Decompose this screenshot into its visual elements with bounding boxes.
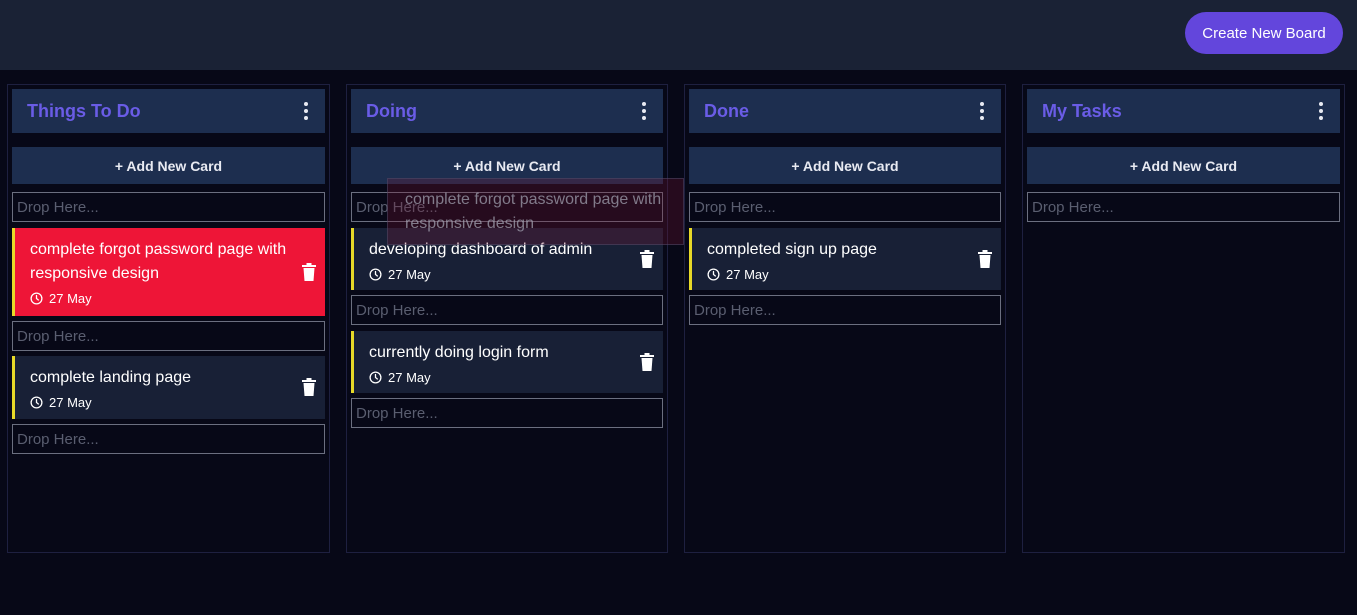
card[interactable]: complete forgot password page with respo…	[12, 228, 325, 316]
clock-icon	[30, 292, 43, 305]
card[interactable]: completed sign up page 27 May	[689, 228, 1001, 290]
card-date: 27 May	[30, 291, 92, 306]
card-text: completed sign up page	[707, 241, 877, 258]
drop-zone[interactable]: Drop Here...	[12, 321, 325, 351]
card-date-label: 27 May	[726, 267, 769, 282]
card-text: currently doing login form	[369, 344, 549, 361]
column-header: My Tasks	[1027, 89, 1340, 133]
kebab-menu-icon[interactable]	[974, 102, 990, 120]
column-done: Done + Add New Card Drop Here... complet…	[684, 84, 1006, 553]
top-bar: Create New Board	[0, 0, 1357, 70]
add-new-card-button[interactable]: + Add New Card	[1027, 147, 1340, 184]
drag-ghost-card[interactable]: complete forgot password page with respo…	[387, 178, 684, 245]
drop-zone[interactable]: Drop Here...	[351, 398, 663, 428]
column-header: Done	[689, 89, 1001, 133]
trash-icon[interactable]	[639, 250, 655, 268]
trash-icon[interactable]	[301, 263, 317, 281]
clock-icon	[30, 396, 43, 409]
card[interactable]: complete landing page 27 May	[12, 356, 325, 419]
drop-zone[interactable]: Drop Here...	[1027, 192, 1340, 222]
column-my-tasks: My Tasks + Add New Card Drop Here...	[1022, 84, 1345, 553]
card[interactable]: currently doing login form 27 May	[351, 331, 663, 393]
column-title: Things To Do	[27, 100, 141, 121]
clock-icon	[369, 371, 382, 384]
create-new-board-button[interactable]: Create New Board	[1185, 12, 1343, 54]
card-date-label: 27 May	[388, 370, 431, 385]
card-date: 27 May	[369, 267, 431, 282]
drag-ghost-text: complete forgot password page with respo…	[405, 191, 662, 232]
drop-zone[interactable]: Drop Here...	[689, 295, 1001, 325]
column-header: Doing	[351, 89, 663, 133]
card-date-label: 27 May	[49, 291, 92, 306]
drop-zone[interactable]: Drop Here...	[351, 295, 663, 325]
clock-icon	[707, 268, 720, 281]
kebab-menu-icon[interactable]	[1313, 102, 1329, 120]
kebab-menu-icon[interactable]	[298, 102, 314, 120]
card-date-label: 27 May	[49, 395, 92, 410]
drop-zone[interactable]: Drop Here...	[12, 192, 325, 222]
drop-zone[interactable]: Drop Here...	[689, 192, 1001, 222]
card-date-label: 27 May	[388, 267, 431, 282]
column-doing: Doing + Add New Card Drop Here... develo…	[346, 84, 668, 553]
column-header: Things To Do	[12, 89, 325, 133]
column-things-to-do: Things To Do + Add New Card Drop Here...…	[7, 84, 330, 553]
add-new-card-button[interactable]: + Add New Card	[12, 147, 325, 184]
column-title: Doing	[366, 100, 417, 121]
trash-icon[interactable]	[977, 250, 993, 268]
card-text: complete landing page	[30, 369, 192, 386]
column-title: My Tasks	[1042, 100, 1122, 121]
card-date: 27 May	[30, 395, 92, 410]
trash-icon[interactable]	[639, 353, 655, 371]
add-new-card-button[interactable]: + Add New Card	[689, 147, 1001, 184]
trash-icon[interactable]	[301, 378, 317, 396]
kebab-menu-icon[interactable]	[636, 102, 652, 120]
drop-zone[interactable]: Drop Here...	[12, 424, 325, 454]
clock-icon	[369, 268, 382, 281]
card-date: 27 May	[707, 267, 769, 282]
card-text: complete forgot password page with respo…	[30, 241, 287, 282]
card-date: 27 May	[369, 370, 431, 385]
column-title: Done	[704, 100, 749, 121]
